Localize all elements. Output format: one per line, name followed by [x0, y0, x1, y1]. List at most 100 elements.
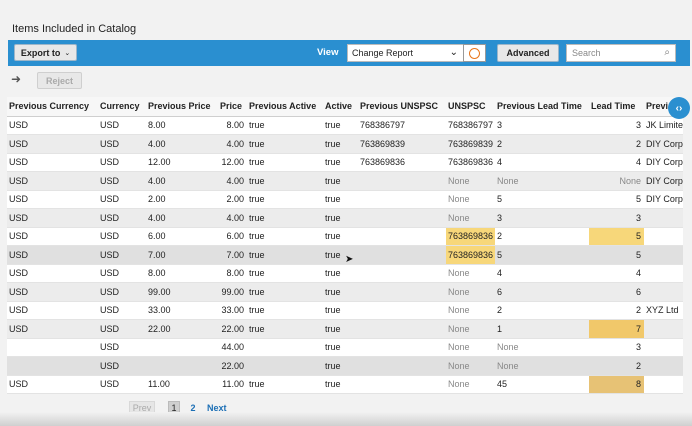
cell-prev-active: true [247, 171, 323, 191]
col-currency[interactable]: Currency [98, 97, 146, 117]
cell-prev-currency: USD [7, 153, 98, 172]
table-row[interactable]: USD USD 2.00 2.00 true true None 5 5 DIY Corp [7, 190, 683, 209]
col-previous-unspsc[interactable]: Previous UNSPSC [358, 97, 446, 117]
export-button[interactable]: Export to ⌄ [14, 44, 77, 61]
cell-unspsc: None [446, 282, 495, 302]
table-row[interactable]: USD USD 4.00 4.00 true true None 3 3 [7, 208, 683, 228]
cell-active: true [323, 227, 358, 246]
table-row[interactable]: USD USD 22.00 22.00 true true None 1 7 [7, 319, 683, 339]
cell-prev-supplier: DIY Corp [644, 153, 683, 172]
cell-prev-price [146, 338, 218, 357]
table-row[interactable]: USD USD 12.00 12.00 true true 763869836 7638698… [7, 153, 683, 172]
chevron-down-icon: ⌄ [449, 47, 458, 58]
cell-active: true [323, 375, 358, 394]
cell-prev-price: 2.00 [146, 190, 218, 209]
cell-currency: USD [98, 282, 146, 302]
cell-active: true [323, 208, 358, 228]
col-previous-lead-time[interactable]: Previous Lead Time [495, 97, 589, 117]
cell-prev-currency: USD [7, 245, 98, 265]
cell-prev-price: 12.00 [146, 153, 218, 172]
cell-prev-currency: USD [7, 134, 98, 154]
cell-lead-time: 8 [589, 375, 644, 394]
cell-prev-active: true [247, 134, 323, 154]
col-previous-active[interactable]: Previous Active [247, 97, 323, 117]
cell-prev-unspsc [358, 264, 446, 283]
cell-price: 4.00 [218, 208, 247, 228]
table-row[interactable]: USD 22.00 true None None 2 [7, 356, 683, 376]
view-label: View [317, 47, 339, 58]
cell-prev-price: 8.00 [146, 116, 218, 135]
cell-prev-active: true [247, 190, 323, 209]
col-previous-currency[interactable]: Previous Currency [7, 97, 98, 117]
table-row[interactable]: USD USD 99.00 99.00 true true None 6 6 [7, 282, 683, 302]
cell-prev-unspsc [358, 375, 446, 394]
cell-unspsc: None [446, 356, 495, 376]
cell-prev-active: true [247, 264, 323, 283]
cell-currency: USD [98, 153, 146, 172]
table-row[interactable]: USD 44.00 true None None 3 [7, 338, 683, 357]
cell-prev-lead-time: 2 [495, 134, 589, 154]
reject-button[interactable]: Reject [37, 72, 82, 89]
cell-prev-unspsc [358, 190, 446, 209]
table-toolbar: Export to ⌄ View Change Report ⌄ Advance… [8, 40, 690, 66]
cell-price: 7.00 [218, 245, 247, 265]
cell-active: true [323, 282, 358, 302]
table-row[interactable]: USD USD 11.00 11.00 true true None 45 8 [7, 375, 683, 394]
cell-prev-unspsc: 763869839 [358, 134, 446, 154]
cell-lead-time: 5 [589, 227, 644, 246]
cell-active: true [323, 264, 358, 283]
cell-prev-price: 4.00 [146, 134, 218, 154]
cell-price: 12.00 [218, 153, 247, 172]
cell-prev-active: true [247, 319, 323, 339]
cell-unspsc: None [446, 338, 495, 357]
cell-currency: USD [98, 338, 146, 357]
bottom-shadow [0, 412, 692, 426]
expand-columns-button[interactable]: ‹› [668, 97, 690, 119]
cell-active: true [323, 116, 358, 135]
back-arrow-icon[interactable]: ➜ [11, 72, 21, 86]
table-row[interactable]: USD USD 4.00 4.00 true true 763869839 763869839… [7, 134, 683, 154]
col-price[interactable]: Price [218, 97, 247, 117]
cell-prev-lead-time: 5 [495, 245, 589, 265]
cell-prev-supplier: XYZ Ltd [644, 301, 683, 320]
cell-prev-lead-time: 45 [495, 375, 589, 394]
mouse-pointer-icon: ➤ [345, 254, 354, 265]
view-select-value: Change Report [352, 48, 414, 58]
cell-lead-time: 6 [589, 282, 644, 302]
section-title: Items Included in Catalog [12, 23, 137, 35]
advanced-button[interactable]: Advanced [497, 44, 559, 62]
cell-currency: USD [98, 375, 146, 394]
table-row[interactable]: USD USD 33.00 33.00 true true None 2 2 XYZ Ltd [7, 301, 683, 320]
cell-active: true [323, 190, 358, 209]
cell-prev-supplier [644, 375, 683, 394]
table-row[interactable]: USD USD 4.00 4.00 true true None None None DIY Co… [7, 171, 683, 191]
cell-prev-price [146, 356, 218, 376]
col-active[interactable]: Active [323, 97, 358, 117]
table-row[interactable]: USD USD 8.00 8.00 true true 768386797 768386797… [7, 116, 683, 135]
cell-active: true [323, 356, 358, 376]
cell-prev-lead-time: 6 [495, 282, 589, 302]
table-row[interactable]: USD USD 8.00 8.00 true true None 4 4 [7, 264, 683, 283]
cell-prev-supplier [644, 208, 683, 228]
clock-icon [469, 47, 480, 59]
col-lead-time[interactable]: Lead Time [589, 97, 644, 117]
cell-active: true [323, 153, 358, 172]
history-button[interactable] [463, 44, 486, 62]
col-unspsc[interactable]: UNSPSC [446, 97, 495, 117]
cell-price: 22.00 [218, 319, 247, 339]
view-select[interactable]: Change Report ⌄ [347, 44, 465, 62]
cell-prev-supplier [644, 264, 683, 283]
cell-currency: USD [98, 319, 146, 339]
cell-lead-time: 7 [589, 319, 644, 339]
cell-unspsc: None [446, 190, 495, 209]
cell-lead-time: 2 [589, 356, 644, 376]
cell-price: 11.00 [218, 375, 247, 394]
col-previous-price[interactable]: Previous Price [146, 97, 218, 117]
search-input[interactable]: Search ⌕ [566, 44, 676, 62]
cell-prev-supplier: DIY Corp [644, 134, 683, 154]
cell-prev-currency: USD [7, 375, 98, 394]
search-placeholder: Search [572, 48, 601, 58]
table-row[interactable]: USD USD 6.00 6.00 true true 763869836 2 5 [7, 227, 683, 246]
cell-prev-currency: USD [7, 208, 98, 228]
cell-unspsc: None [446, 301, 495, 320]
